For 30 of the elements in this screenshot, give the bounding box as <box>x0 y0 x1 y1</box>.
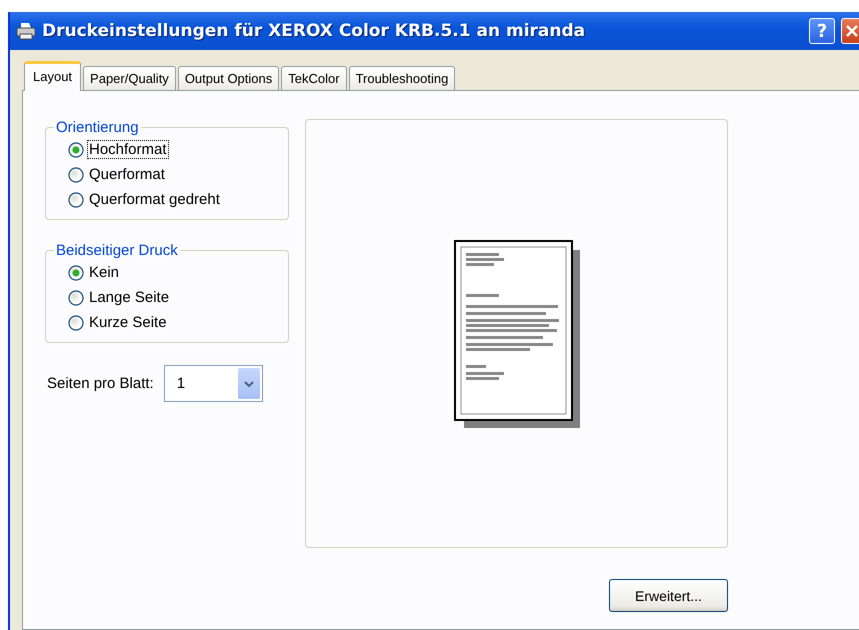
close-button[interactable] <box>841 18 859 44</box>
advanced-button[interactable]: Erweitert... <box>609 579 728 612</box>
group-title: Orientierung <box>55 119 140 136</box>
option-label[interactable]: Kurze Seite <box>87 313 169 332</box>
option-label[interactable]: Lange Seite <box>87 288 172 307</box>
group-title: Beidseitiger Druck <box>55 242 179 259</box>
radio-button[interactable] <box>68 264 84 280</box>
dropdown-value: 1 <box>176 375 186 392</box>
radio-button[interactable] <box>68 166 84 182</box>
tab[interactable]: TekColor <box>281 66 347 90</box>
pages-dropdown[interactable]: 1 <box>164 365 263 402</box>
close-icon <box>846 25 858 37</box>
field-label: Seiten pro Blatt: <box>47 375 154 392</box>
chevron-down-icon <box>244 380 254 388</box>
tab[interactable]: Layout <box>24 61 82 91</box>
tab[interactable]: Paper/Quality <box>83 66 176 90</box>
option-label[interactable]: Querformat gedreht <box>87 190 222 209</box>
window-title: Druckeinstellungen für XEROX Color KRB.5.1 an miranda <box>42 21 586 41</box>
radio-button[interactable] <box>68 192 84 208</box>
radio-button[interactable] <box>68 290 84 306</box>
tab[interactable]: Troubleshooting <box>348 66 456 90</box>
radio-button[interactable] <box>68 314 84 330</box>
radio-button[interactable] <box>68 142 84 158</box>
option-label[interactable]: Querformat <box>87 165 167 184</box>
help-button[interactable]: ? <box>809 18 835 44</box>
tab[interactable]: Output Options <box>178 66 280 90</box>
dropdown-arrow-button[interactable] <box>238 368 260 399</box>
option-label[interactable]: Hochformat <box>87 140 169 159</box>
printer-icon <box>16 22 36 40</box>
option-label[interactable]: Kein <box>87 263 122 282</box>
